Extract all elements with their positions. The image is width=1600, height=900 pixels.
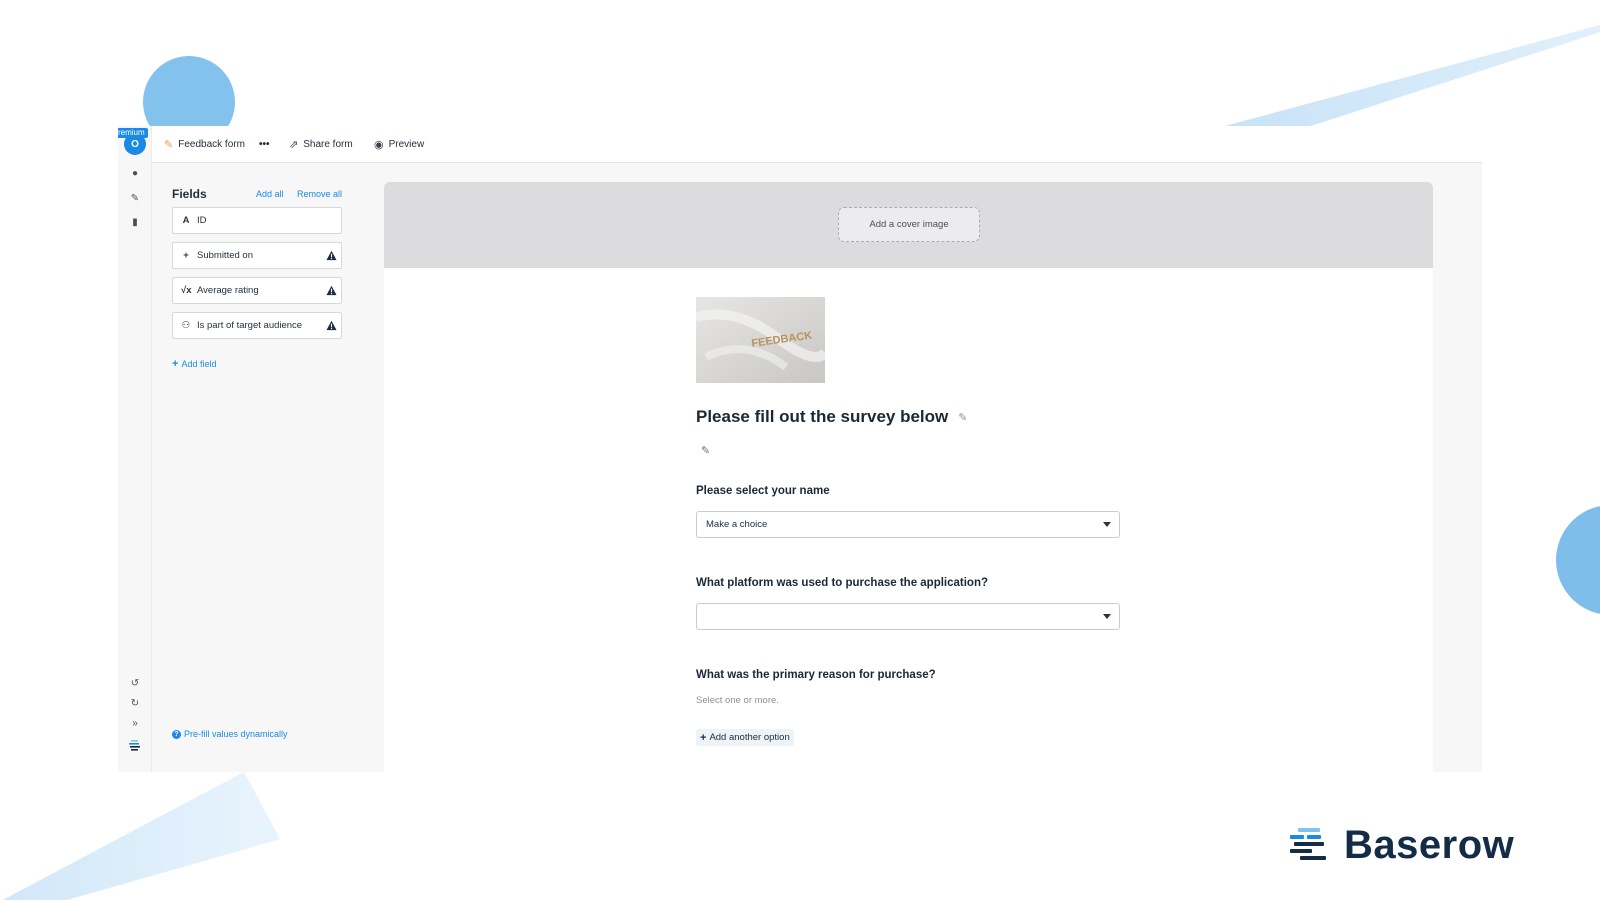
view-name-button[interactable]: ✎ Feedback form	[164, 134, 245, 154]
warning-icon	[326, 320, 337, 331]
preview-button[interactable]: ◉ Preview	[374, 134, 424, 154]
feedback-photo: FEEDBACK	[696, 297, 825, 383]
more-icon: •••	[259, 138, 270, 150]
more-options-button[interactable]: •••	[259, 134, 270, 154]
undo-icon[interactable]: ↺	[129, 678, 141, 690]
formula-icon: √x	[181, 285, 192, 296]
premium-badge: remium	[118, 128, 148, 138]
question-label-name: Please select your name	[696, 485, 830, 497]
eye-icon: ◉	[374, 138, 384, 151]
help-icon: ?	[172, 729, 181, 739]
caret-down-icon	[1103, 522, 1111, 527]
decorative-stripe-top-right	[1210, 0, 1600, 130]
decorative-circle-right	[1556, 505, 1600, 615]
preview-label: Preview	[388, 138, 425, 150]
edit-description-pencil-icon[interactable]: ✎	[701, 444, 710, 457]
field-item-target-audience[interactable]: ⚇ Is part of target audience	[172, 312, 342, 339]
redo-icon[interactable]: ↻	[129, 698, 141, 710]
trash-icon[interactable]: ▮	[129, 217, 141, 229]
binoculars-icon: ⚇	[181, 320, 191, 331]
plus-icon: +	[172, 358, 179, 370]
left-rail: O remium ● ✎ ▮ ↺ ↻ »	[118, 126, 152, 772]
form-logo-image[interactable]: FEEDBACK	[696, 297, 825, 383]
baserow-brand: Baserow	[1290, 823, 1514, 868]
text-icon: A	[182, 215, 190, 226]
field-item-submitted-on[interactable]: + Submitted on	[172, 242, 342, 269]
expand-icon[interactable]: »	[129, 718, 141, 730]
baserow-wordmark: Baserow	[1344, 823, 1515, 867]
view-name-label: Feedback form	[178, 138, 245, 150]
add-option-label: Add another option	[709, 732, 790, 743]
platform-select[interactable]	[696, 603, 1120, 630]
add-cover-image-button[interactable]: Add a cover image	[838, 207, 980, 242]
question-label-platform: What platform was used to purchase the a…	[696, 577, 989, 589]
cover-image-area: Add a cover image	[384, 182, 1433, 268]
decorative-stripe-bottom-left	[0, 772, 280, 900]
share-form-label: Share form	[303, 138, 353, 150]
form-canvas: Add a cover image FEEDBACK Please fill o…	[384, 182, 1433, 772]
question-label-reason: What was the primary reason for purchase…	[696, 669, 936, 681]
field-item-average-rating[interactable]: √x Average rating	[172, 277, 342, 304]
stage: O remium ● ✎ ▮ ↺ ↻ » ✎ Feedback form •••…	[0, 0, 1600, 900]
form-title[interactable]: Please fill out the survey below ✎	[696, 407, 967, 427]
plus-icon: +	[183, 250, 189, 261]
warning-icon	[326, 285, 337, 296]
prefill-link[interactable]: ? Pre-fill values dynamically	[172, 729, 288, 739]
field-label: Submitted on	[197, 250, 253, 261]
plus-icon: +	[700, 731, 707, 744]
form-title-text: Please fill out the survey below	[696, 407, 949, 426]
add-another-option-button[interactable]: + Add another option	[696, 729, 794, 746]
share-form-button[interactable]: ⇗ Share form	[289, 134, 353, 154]
edit-title-pencil-icon[interactable]: ✎	[958, 411, 967, 424]
field-item-id[interactable]: A ID	[172, 207, 342, 234]
app-window: O remium ● ✎ ▮ ↺ ↻ » ✎ Feedback form •••…	[118, 126, 1482, 772]
field-label: ID	[197, 215, 207, 226]
add-all-link[interactable]: Add all	[256, 189, 284, 199]
dashboard-icon[interactable]: ●	[129, 168, 141, 180]
fields-sidebar: Fields Add all Remove all A ID + Submitt…	[152, 163, 384, 772]
select-value: Make a choice	[706, 519, 768, 530]
baserow-logo-icon	[129, 739, 141, 751]
remove-all-link[interactable]: Remove all	[297, 189, 342, 199]
baserow-logo-icon	[1290, 827, 1330, 864]
field-label: Average rating	[197, 285, 259, 296]
prefill-label: Pre-fill values dynamically	[184, 729, 288, 739]
field-label: Is part of target audience	[197, 320, 303, 331]
add-field-button[interactable]: + Add field	[172, 358, 216, 370]
top-bar: ✎ Feedback form ••• ⇗ Share form ◉ Previ…	[152, 126, 1482, 163]
name-select[interactable]: Make a choice	[696, 511, 1120, 538]
form-edit-icon: ✎	[164, 138, 174, 151]
share-icon: ⇗	[289, 138, 299, 151]
question-hint: Select one or more.	[696, 695, 779, 706]
form-editor: Add a cover image FEEDBACK Please fill o…	[384, 163, 1482, 772]
caret-down-icon	[1103, 614, 1111, 619]
add-field-label: Add field	[181, 359, 217, 369]
fields-heading: Fields	[172, 187, 207, 201]
warning-icon	[326, 250, 337, 261]
edit-icon[interactable]: ✎	[129, 193, 141, 205]
